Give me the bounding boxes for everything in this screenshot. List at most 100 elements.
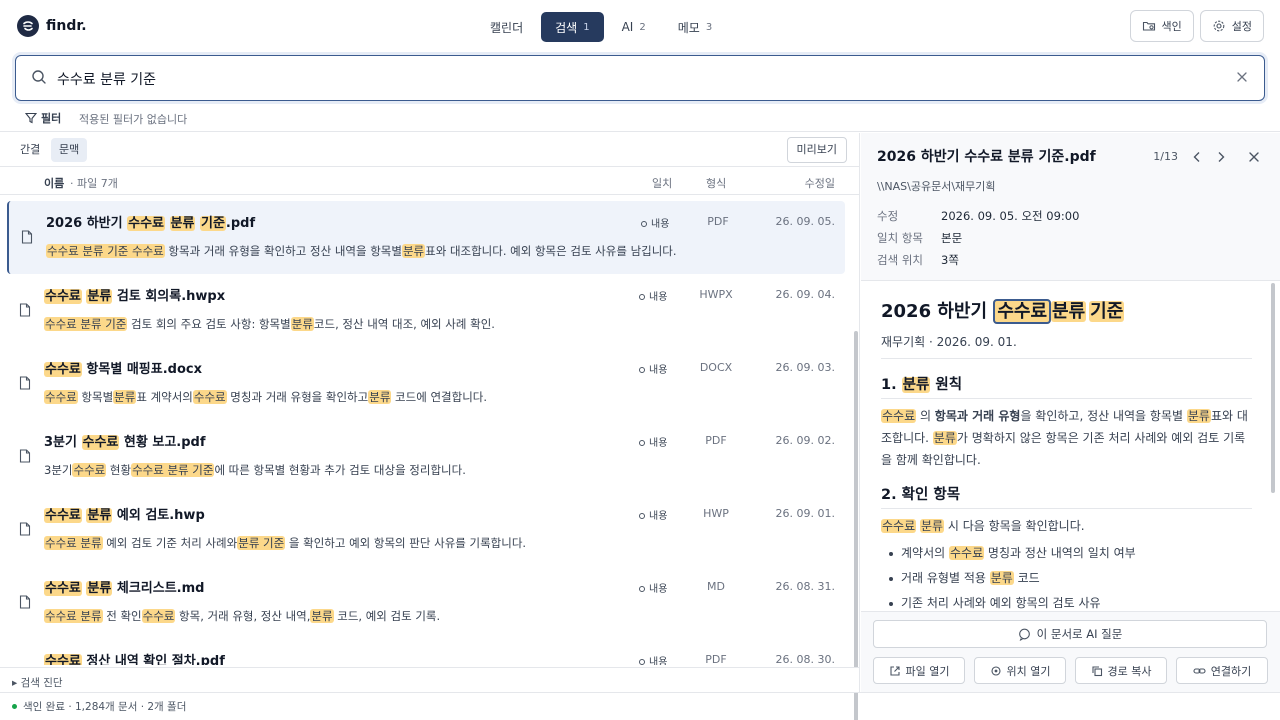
result-row[interactable]: 수수료 분류 체크리스트.md 수수료 분류 전 확인수수료 항목, 거래 유형,… [7,566,845,639]
match-highlight: 분류 기준 [237,536,286,550]
match-highlight: 수수료 [881,409,917,423]
file-icon [19,303,31,320]
match-highlight: 수수료 분류 기준 [131,463,215,477]
match-highlight: 수수료 분류 [44,536,103,550]
top-bar: findr. 캘린더 검색 1 AI 2 메모 3 색인 설정 [0,0,1280,52]
view-context-button[interactable]: 문맥 [51,138,88,162]
tab-memo[interactable]: 메모 3 [664,12,726,42]
result-row[interactable]: 3분기 수수료 현황 보고.pdf 3분기수수료 현황수수료 분류 기준에 따른 … [7,420,845,493]
text-segment: 검토 회의 주요 검토 사항: 항목별 [127,317,291,331]
col-modified[interactable]: 수정일 [805,175,835,191]
view-compact-button[interactable]: 간결 [12,138,48,162]
doc-section-1-title: 1. 분류 원칙 [881,373,1252,399]
match-highlight: 수수료 [44,508,82,523]
text-segment: 현황 보고.pdf [119,435,206,450]
meta-match-field: 일치 항목 본문 [877,230,962,246]
chevron-right-icon[interactable] [1216,151,1226,163]
text-segment [165,216,170,231]
result-row[interactable]: 2026 하반기 수수료 분류 기준.pdf 수수료 분류 기준 수수료 항목과 … [7,201,845,274]
col-name[interactable]: 이름 [44,175,64,191]
result-format: PDF [705,653,727,665]
text-segment: 명칭과 거래 유형을 확인하고 [226,390,369,404]
meta-key: 검색 위치 [877,253,923,267]
col-format[interactable]: 형식 [706,175,726,191]
file-icon [19,522,31,539]
ask-ai-label: 이 문서로 AI 질문 [1036,627,1123,641]
result-snippet: 수수료 분류 기준 검토 회의 주요 검토 사항: 항목별분류코드, 정산 내역… [44,316,495,332]
link-button[interactable]: 연결하기 [1176,657,1268,684]
open-location-button[interactable]: 위치 열기 [974,657,1066,684]
result-file-name: 수수료 분류 체크리스트.md [44,577,204,596]
result-date: 26. 09. 05. [775,215,835,228]
results-scrollbar[interactable] [854,331,858,720]
search-box[interactable]: 수수료 분류 기준 [15,55,1265,101]
col-match[interactable]: 일치 [652,175,672,191]
result-row[interactable]: 수수료 분류 검토 회의록.hwpx 수수료 분류 기준 검토 회의 주요 검토 … [7,274,845,347]
text-segment: 을 확인하고, 정산 내역을 항목별 [1020,409,1187,423]
match-highlight: 수수료 [44,390,78,404]
doc-title: 2026 하반기 수수료 분류 기준 [881,297,1252,324]
result-match: 내용 [639,361,667,376]
result-row[interactable]: 수수료 분류 예외 검토.hwp 수수료 분류 예외 검토 기준 처리 사례와분류… [7,493,845,566]
column-header: 이름 · 파일 7개 일치 형식 수정일 [0,167,859,195]
text-segment: 2026 하반기 [46,216,128,231]
meta-key: 일치 항목 [877,231,923,245]
text-segment: 표와 대조합니다. 예외 항목은 검토 사유를 남깁니다. [425,244,677,258]
meta-key: 수정 [877,209,899,223]
text-segment: 에 따른 항목별 현황과 추가 검토 대상을 정리합니다. [214,463,466,477]
open-file-button[interactable]: 파일 열기 [873,657,965,684]
match-highlight: 분류 [310,609,334,623]
result-format: HWP [703,507,729,520]
doc-section-2-text: 수수료 분류 시 다음 항목을 확인합니다. [881,515,1252,537]
text-segment: 코드에 연결합니다. [391,390,488,404]
text-segment: 전 확인 [102,609,142,623]
copy-path-button[interactable]: 경로 복사 [1075,657,1167,684]
match-highlight: 분류 [86,508,113,523]
search-icon [32,70,46,84]
match-highlight: 분류 [368,390,392,404]
match-highlight: 분류 [989,571,1014,585]
result-snippet: 수수료 분류 예외 검토 기준 처리 사례와분류 기준 을 확인하고 예외 항목… [44,535,526,551]
tab-ai[interactable]: AI 2 [608,12,660,42]
text-segment: 항목과 거래 유형 [934,409,1021,423]
tab-label: 메모 [677,20,700,35]
meta-modified: 수정 2026. 09. 05. 오전 09:00 [877,208,1079,224]
result-file-name: 수수료 분류 예외 검토.hwp [44,504,205,523]
filter-button[interactable]: 필터 [25,110,61,126]
ask-ai-button[interactable]: 이 문서로 AI 질문 [873,620,1267,648]
text-segment: 현황 [106,463,132,477]
settings-button[interactable]: 설정 [1199,10,1264,42]
text-segment: 계약서의 [901,546,949,560]
result-row[interactable]: 수수료 항목별 매핑표.docx 수수료 항목별분류표 계약서의수수료 명칭과 거… [7,347,845,420]
tab-calendar[interactable]: 캘린더 [476,12,537,42]
match-highlight: 수수료 [881,519,917,533]
chat-icon [1018,628,1030,641]
result-list: 2026 하반기 수수료 분류 기준.pdf 수수료 분류 기준 수수료 항목과 … [0,195,859,665]
result-file-name: 수수료 분류 검토 회의록.hwpx [44,285,225,304]
text-segment: 검토 회의록.hwpx [112,289,226,304]
result-match: 내용 [639,288,667,303]
results-pane: 간결 문맥 미리보기 이름 · 파일 7개 일치 형식 수정일 2026 하반기… [0,133,860,720]
search-diagnostics-toggle[interactable]: ▸ 검색 진단 [0,667,859,692]
result-snippet: 수수료 항목별분류표 계약서의수수료 명칭과 거래 유형을 확인하고분류 코드에… [44,389,487,405]
preview-scrollbar[interactable] [1271,283,1275,493]
search-input[interactable]: 수수료 분류 기준 [57,69,156,89]
text-segment: 체크리스트.md [112,581,205,596]
text-segment: 코드, 정산 내역 대조, 예외 사례 확인. [313,317,495,331]
chevron-left-icon[interactable] [1192,151,1202,163]
preview-pane: 2026 하반기 수수료 분류 기준.pdf 1/13 \\NAS\공유문서\재… [861,133,1280,692]
clear-icon[interactable] [1235,70,1249,84]
tab-badge: 3 [705,21,713,33]
result-row[interactable]: 수수료 정산 내역 확인 절차.pdf 내용 PDF 26. 08. 30. [7,639,845,665]
text-segment: 시 다음 항목을 확인합니다. [944,519,1085,533]
result-snippet: 3분기수수료 현황수수료 분류 기준에 따른 항목별 현황과 추가 검토 대상을… [44,462,466,478]
filter-note: 적용된 필터가 없습니다 [79,113,188,126]
meta-value: 2026. 09. 05. 오전 09:00 [941,209,1080,223]
preview-button[interactable]: 미리보기 [786,137,847,163]
match-highlight: 수수료 분류 [44,609,103,623]
close-icon[interactable] [1248,151,1260,163]
tab-search[interactable]: 검색 1 [541,12,604,42]
result-file-name: 수수료 정산 내역 확인 절차.pdf [44,650,225,665]
index-button[interactable]: 색인 [1129,10,1194,42]
result-file-name: 3분기 수수료 현황 보고.pdf [44,431,206,450]
